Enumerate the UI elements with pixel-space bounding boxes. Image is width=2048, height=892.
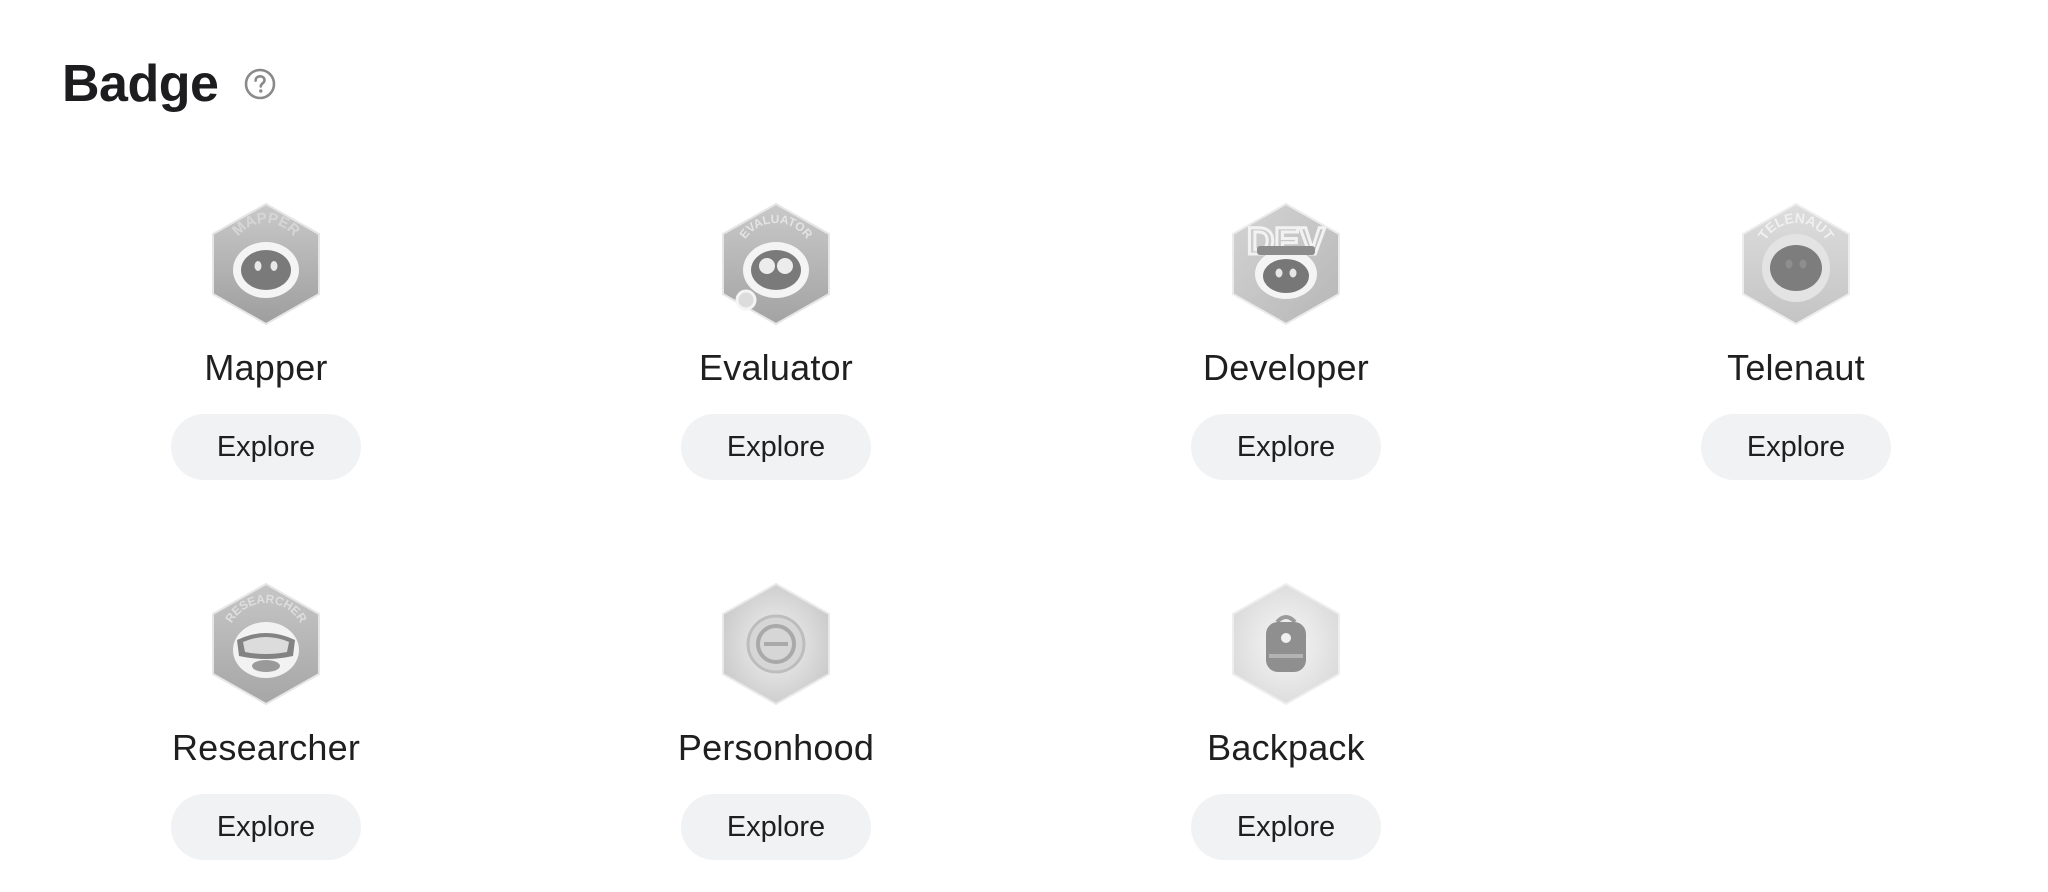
- badge-name: Backpack: [1207, 727, 1365, 768]
- badge-page: Badge MAPPER Mapper Explore EVALUATOR Ev…: [0, 0, 2048, 892]
- explore-button-evaluator[interactable]: Explore: [681, 414, 871, 480]
- badge-grid: MAPPER Mapper Explore EVALUATOR Evaluato…: [0, 0, 2048, 892]
- backpack-badge-icon: [1232, 582, 1340, 706]
- badge-name: Researcher: [171, 727, 361, 768]
- explore-button-personhood[interactable]: Explore: [681, 794, 871, 860]
- explore-button-researcher[interactable]: Explore: [171, 794, 361, 860]
- personhood-badge-icon: [722, 582, 830, 706]
- badge-card-backpack: Backpack Explore: [1136, 582, 1436, 860]
- badge-card-telenaut: TELENAUT Telenaut Explore: [1646, 202, 1946, 480]
- telenaut-badge-icon: TELENAUT: [1742, 202, 1850, 326]
- explore-button-developer[interactable]: Explore: [1191, 414, 1381, 480]
- mapper-badge-icon: MAPPER: [212, 202, 320, 326]
- badge-card-mapper: MAPPER Mapper Explore: [116, 202, 416, 480]
- evaluator-badge-icon: EVALUATOR: [722, 202, 830, 326]
- badge-card-personhood: Personhood Explore: [626, 582, 926, 860]
- developer-badge-icon: DEV: [1232, 202, 1340, 326]
- explore-button-backpack[interactable]: Explore: [1191, 794, 1381, 860]
- badge-card-researcher: RESEARCHER Researcher Explore: [116, 582, 416, 860]
- explore-button-mapper[interactable]: Explore: [171, 414, 361, 480]
- badge-name: Personhood: [677, 727, 875, 768]
- badge-name: Evaluator: [699, 347, 853, 388]
- badge-name: Telenaut: [1727, 347, 1865, 388]
- explore-button-telenaut[interactable]: Explore: [1701, 414, 1891, 480]
- badge-name: Mapper: [204, 347, 328, 388]
- researcher-badge-icon: RESEARCHER: [212, 582, 320, 706]
- badge-card-developer: DEV Developer Explore: [1136, 202, 1436, 480]
- badge-card-evaluator: EVALUATOR Evaluator Explore: [626, 202, 926, 480]
- badge-name: Developer: [1203, 347, 1369, 388]
